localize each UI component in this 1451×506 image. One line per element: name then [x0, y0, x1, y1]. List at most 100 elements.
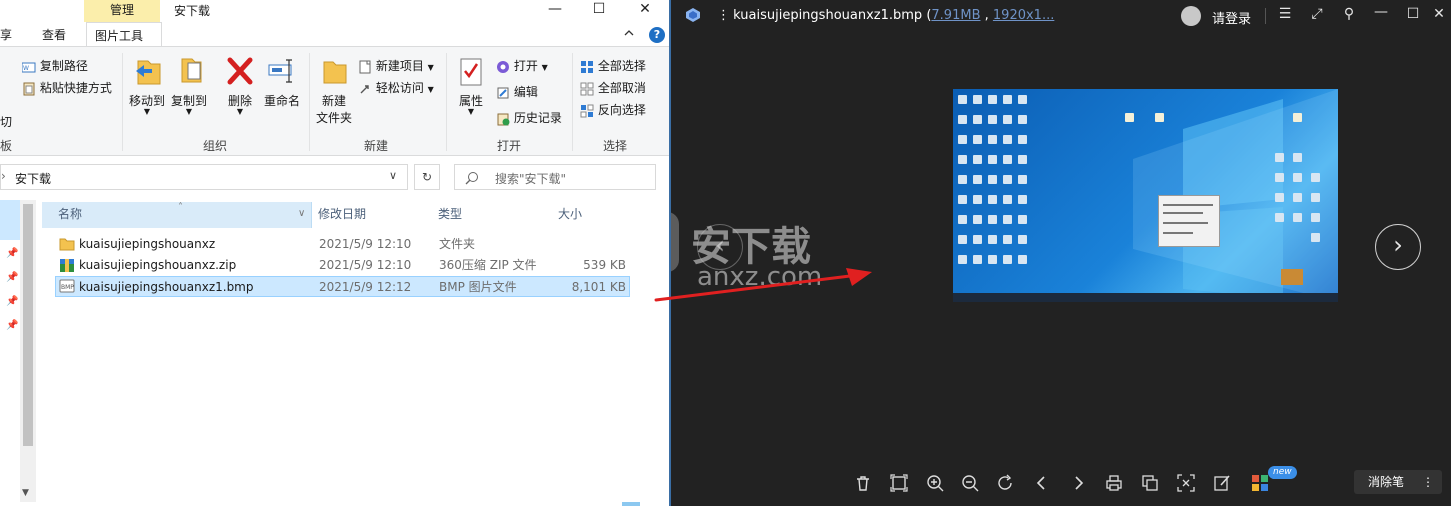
cut-button[interactable]: 切 — [0, 113, 12, 130]
displayed-image[interactable] — [953, 89, 1338, 302]
login-link[interactable]: 请登录 — [1212, 8, 1251, 27]
maximize-icon[interactable]: ☐ — [1401, 6, 1425, 22]
file-row-bmp[interactable]: BMP kuaisujiepingshouanxz1.bmp 2021/5/9 … — [55, 276, 630, 297]
nav-scrollbar[interactable]: ▼ — [20, 200, 36, 502]
copy-path-label: 复制路径 — [39, 59, 88, 73]
fullscreen-icon[interactable]: ⤢ — [1305, 6, 1329, 22]
next-icon[interactable] — [1069, 474, 1087, 492]
viewer-filesize-link[interactable]: 7.91MB — [931, 8, 980, 23]
tab-view[interactable]: 查看 — [42, 26, 66, 43]
search-input[interactable]: 搜索"安下载" — [454, 164, 656, 190]
file-size: 539 KB — [583, 258, 626, 272]
apps-icon[interactable] — [1251, 474, 1269, 492]
column-header-date[interactable]: 修改日期 — [318, 202, 428, 228]
pin-icon[interactable]: 📌 — [6, 296, 18, 307]
select-all-button[interactable]: 全部选择 — [580, 57, 646, 74]
new-item-label: 新建项目 — [375, 59, 424, 73]
copy-path-icon: W — [22, 62, 36, 72]
tab-picture-tools[interactable]: 图片工具 — [86, 22, 162, 46]
fit-window-icon[interactable] — [890, 474, 908, 492]
maximize-button[interactable]: ☐ — [576, 0, 622, 22]
organize-group-label: 组织 — [203, 139, 228, 153]
invert-selection-label: 反向选择 — [597, 103, 646, 117]
file-row-zip[interactable]: kuaisujiepingshouanxz.zip 2021/5/9 12:10… — [55, 255, 630, 276]
new-folder-label-2: 文件夹 — [315, 111, 352, 125]
eraser-button[interactable]: 消除笔 ⋮ — [1354, 470, 1442, 494]
print-icon[interactable] — [1105, 474, 1123, 492]
open-button[interactable]: 打开 ▼ — [496, 57, 548, 74]
edit-icon[interactable] — [1213, 474, 1231, 492]
menu-icon[interactable]: ☰ — [1273, 6, 1297, 22]
pin-icon[interactable]: 📌 — [6, 320, 18, 331]
help-icon[interactable]: ? — [649, 27, 665, 43]
select-none-label: 全部取消 — [597, 81, 646, 95]
address-bar[interactable]: › 安下载 ∨ — [0, 164, 408, 190]
new-folder-icon — [323, 61, 347, 84]
ribbon-collapse-icon[interactable] — [622, 26, 636, 43]
status-indicator — [622, 502, 640, 506]
more-options-icon[interactable]: ⋮ — [1422, 470, 1434, 494]
toolbar-divider — [1265, 8, 1266, 24]
close-icon[interactable]: ✕ — [1427, 6, 1451, 22]
file-row-folder[interactable]: kuaisujiepingshouanxz 2021/5/9 12:10 文件夹 — [55, 234, 630, 255]
delete-button[interactable]: 删除 ▼ — [223, 55, 257, 116]
new-item-button[interactable]: 新建项目 ▼ — [358, 57, 434, 74]
pin-icon[interactable]: 📌 — [6, 248, 18, 259]
column-header-type[interactable]: 类型 — [438, 202, 548, 228]
copy-to-button[interactable]: 复制到 ▼ — [169, 55, 209, 116]
column-header-name[interactable]: 名称 ˄ ∨ — [42, 202, 312, 228]
tab-share[interactable]: 享 — [0, 26, 12, 43]
ribbon-tabs: 享 查看 图片工具 ? — [0, 22, 669, 46]
scroll-down-icon[interactable]: ▼ — [22, 488, 29, 498]
delete-icon[interactable] — [854, 474, 872, 492]
select-none-button[interactable]: 全部取消 — [580, 79, 646, 96]
select-none-icon — [580, 82, 594, 95]
column-header-size[interactable]: 大小 — [558, 202, 628, 228]
minimize-icon[interactable]: — — [1369, 4, 1393, 20]
file-explorer-window: 管理 安下载 — ☐ ✕ 享 查看 图片工具 ? W 复制路径 粘贴快捷方式 切… — [0, 0, 669, 506]
copy-path-button[interactable]: W 复制路径 — [22, 57, 88, 74]
column-dropdown-icon[interactable]: ∨ — [298, 202, 305, 226]
zoom-in-icon[interactable] — [926, 474, 944, 492]
previous-icon[interactable] — [1033, 474, 1051, 492]
avatar[interactable] — [1181, 6, 1201, 26]
svg-text:BMP: BMP — [61, 284, 74, 291]
edit-button[interactable]: 编辑 — [496, 83, 538, 100]
more-info-icon[interactable]: ⋮ — [717, 8, 730, 23]
easy-access-button[interactable]: 轻松访问 ▼ — [358, 79, 434, 96]
nav-selected-item[interactable] — [0, 200, 20, 240]
breadcrumb[interactable]: 安下载 — [15, 170, 51, 187]
properties-button[interactable]: 属性 ▼ — [452, 57, 490, 116]
move-to-button[interactable]: 移动到 ▼ — [127, 55, 167, 116]
rotate-icon[interactable] — [997, 474, 1015, 492]
app-logo-icon — [686, 8, 700, 22]
invert-selection-icon — [580, 104, 594, 117]
zip-icon — [60, 259, 74, 272]
address-dropdown-icon[interactable]: ∨ — [389, 169, 397, 182]
next-image-button[interactable]: › — [1375, 224, 1421, 270]
scrollbar-thumb[interactable] — [23, 204, 33, 446]
refresh-icon[interactable]: ↻ — [414, 164, 440, 190]
viewer-resolution-link[interactable]: 1920x1... — [993, 8, 1054, 23]
column-name-label: 名称 — [58, 207, 83, 221]
address-bar-row: › 安下载 ∨ ↻ 搜索"安下载" — [0, 160, 669, 194]
new-folder-button[interactable]: 新建 文件夹 — [314, 55, 354, 126]
paste-shortcut-label: 粘贴快捷方式 — [39, 81, 112, 95]
pin-icon[interactable]: ⚲ — [1337, 6, 1361, 22]
screenshot-icon[interactable] — [1177, 474, 1195, 492]
invert-selection-button[interactable]: 反向选择 — [580, 101, 646, 118]
minimize-button[interactable]: — — [532, 0, 578, 22]
zoom-out-icon[interactable] — [961, 474, 979, 492]
file-size: 8,101 KB — [571, 280, 626, 294]
folder-icon — [59, 238, 75, 251]
history-button[interactable]: 历史记录 — [496, 109, 562, 126]
paste-shortcut-button[interactable]: 粘贴快捷方式 — [22, 79, 112, 96]
close-button[interactable]: ✕ — [622, 0, 668, 22]
copy-image-icon[interactable] — [1141, 474, 1159, 492]
pin-icon[interactable]: 📌 — [6, 272, 18, 283]
open-label: 打开 — [513, 59, 538, 73]
manage-context-tab[interactable]: 管理 — [84, 0, 160, 22]
rename-button[interactable]: 重命名 — [261, 55, 303, 109]
select-group-label: 选择 — [603, 139, 628, 153]
file-type: 360压缩 ZIP 文件 — [439, 258, 537, 272]
